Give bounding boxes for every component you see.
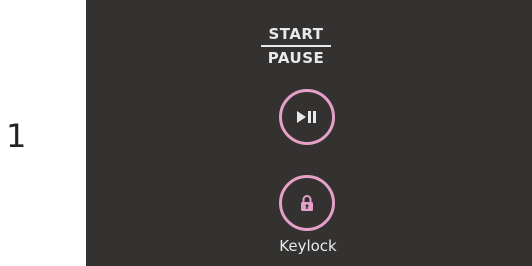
pause-label: PAUSE	[267, 49, 325, 67]
step-number: 1	[6, 117, 27, 155]
start-pause-label: START PAUSE	[248, 24, 344, 67]
play-pause-icon	[282, 92, 332, 142]
instruction-figure: 1 START PAUSE Keylock	[0, 0, 532, 266]
label-divider	[261, 45, 331, 47]
start-pause-button[interactable]	[279, 89, 335, 145]
lock-icon	[282, 178, 332, 228]
start-label: START	[268, 25, 324, 43]
keylock-button[interactable]	[279, 175, 335, 231]
keylock-label: Keylock	[279, 237, 337, 255]
